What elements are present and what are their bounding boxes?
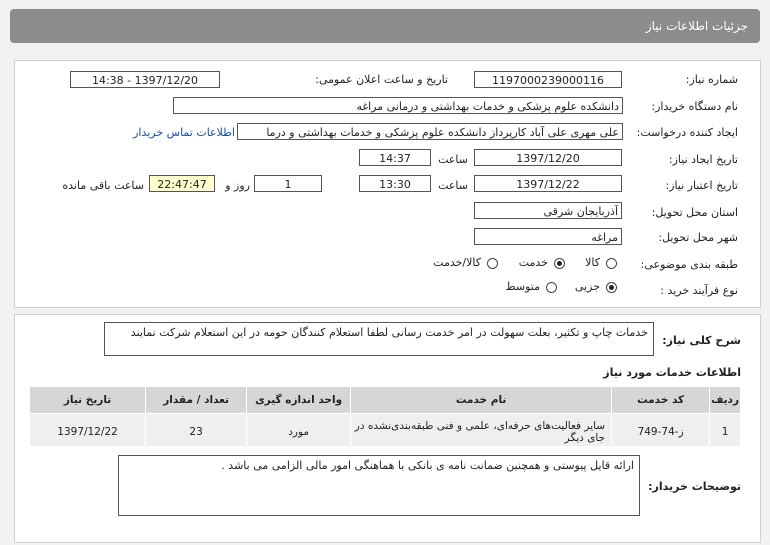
created-time-field[interactable]: 14:37 (359, 149, 431, 166)
cell-need-date: 1397/12/22 (28, 413, 147, 451)
announce-label: تاریخ و ساعت اعلان عمومی: (315, 73, 448, 86)
province-label: استان محل تحویل: (651, 206, 738, 219)
buyer-org-label: نام دستگاه خریدار: (651, 100, 738, 113)
buyer-org-field[interactable]: دانشکده علوم پزشکی و خدمات بهداشتی و درم… (173, 97, 623, 114)
created-time-label: ساعت (438, 153, 468, 166)
city-label: شهر محل تحویل: (658, 231, 738, 244)
col-unit: واحد اندازه گیری (246, 386, 352, 414)
col-quantity: تعداد / مقدار (145, 386, 248, 414)
services-title: اطلاعات خدمات مورد نیاز (603, 366, 741, 379)
services-header-row: ردیف کد خدمت نام خدمت واحد اندازه گیری ت… (28, 386, 741, 414)
cell-unit: مورد (246, 413, 352, 451)
process-option-medium: متوسط (505, 280, 540, 293)
validity-time-label: ساعت (438, 179, 468, 192)
requester-field[interactable]: علی مهری علی آباد کارپرداز دانشکده علوم … (237, 123, 623, 140)
process-label: نوع فرآیند خرید : (660, 284, 738, 297)
remaining-time-label: ساعت باقی مانده (62, 179, 144, 192)
need-number-label: شماره نیاز: (685, 73, 738, 86)
process-option-minor: جزیی (574, 280, 600, 293)
created-date-field[interactable]: 1397/12/20 (474, 149, 622, 166)
buyer-notes-label: توضیحات خریدار: (648, 480, 741, 493)
need-number-field[interactable]: 1197000239000116 (474, 71, 622, 88)
category-option-goods-service: کالا/خدمت (433, 256, 481, 269)
category-option-goods: کالا (585, 256, 600, 269)
description-field[interactable]: خدمات چاپ و تکثیر، بعلت سهولت در امر خدم… (104, 322, 654, 356)
remaining-days-field[interactable]: 1 (254, 175, 322, 192)
col-need-date: تاریخ نیاز (28, 386, 147, 414)
page-header: جزئیات اطلاعات نیاز (10, 9, 760, 43)
requester-label: ایجاد کننده درخواست: (636, 126, 738, 139)
page-title: جزئیات اطلاعات نیاز (645, 19, 748, 33)
category-radio-goods[interactable] (606, 258, 617, 269)
cell-row-number: 1 (709, 413, 741, 451)
contact-info-link[interactable]: اطلاعات تماس خریدار (133, 126, 235, 139)
col-service-name: نام خدمت (350, 386, 613, 414)
category-radio-goods-service[interactable] (487, 258, 498, 269)
validity-date-field[interactable]: 1397/12/22 (474, 175, 622, 192)
process-radio-minor[interactable] (606, 282, 617, 293)
col-service-code: کد خدمت (611, 386, 711, 414)
cell-service-name: سایر فعالیت‌های حرفه‌ای، علمی و فنی طبقه… (350, 413, 613, 451)
province-field[interactable]: آذربایجان شرقی (474, 202, 622, 219)
validity-date-label: تاریخ اعتبار نیاز: (665, 179, 738, 192)
category-radio-service[interactable] (554, 258, 565, 269)
announce-datetime-field[interactable]: 1397/12/20 - 14:38 (70, 71, 220, 88)
created-date-label: تاریخ ایجاد نیاز: (668, 153, 738, 166)
cell-quantity: 23 (145, 413, 248, 451)
remaining-days-label: روز و (225, 179, 250, 192)
description-label: شرح کلی نیاز: (662, 334, 741, 347)
table-row[interactable]: 1 ز-74-749 سایر فعالیت‌های حرفه‌ای، علمی… (28, 413, 741, 451)
process-radio-medium[interactable] (546, 282, 557, 293)
col-row-number: ردیف (709, 386, 741, 414)
remaining-time-field: 22:47:47 (149, 175, 215, 192)
validity-time-field[interactable]: 13:30 (359, 175, 431, 192)
cell-service-code: ز-74-749 (611, 413, 711, 451)
category-label: طبقه بندی موضوعی: (640, 258, 738, 271)
category-option-service: خدمت (518, 256, 548, 269)
buyer-notes-field[interactable]: ارائه قایل پیوستی و همچنین ضمانت نامه ی … (118, 455, 640, 516)
services-table: ردیف کد خدمت نام خدمت واحد اندازه گیری ت… (28, 386, 741, 451)
city-field[interactable]: مراغه (474, 228, 622, 245)
